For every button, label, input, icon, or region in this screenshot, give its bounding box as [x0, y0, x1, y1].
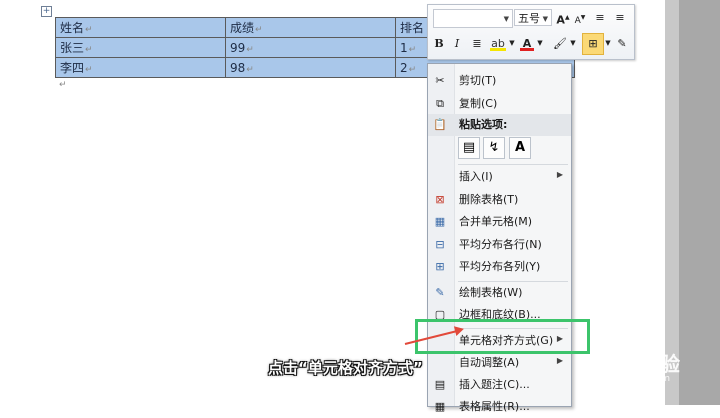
distribute-rows-icon: ⊟ [435, 238, 445, 251]
chevron-right-icon: ▶ [556, 356, 563, 365]
italic-button[interactable]: I [450, 35, 464, 52]
paste-options-header: 📋 粘贴选项: [428, 114, 571, 136]
baidu-watermark: Bai 经验 jingyan.baidu.com [587, 346, 680, 384]
annotation-caption: 点击“单元格对齐方式” [268, 359, 423, 377]
table-cell[interactable]: 李四↵ [55, 57, 226, 78]
table-cell[interactable]: 姓名↵ [55, 17, 226, 38]
menu-item-table-properties[interactable]: ▦ 表格属性(R)... [428, 396, 571, 418]
menu-item-delete-table[interactable]: ⊠ 删除表格(T) [428, 189, 571, 211]
font-size-dropdown[interactable]: 五号 ▼ [514, 9, 552, 26]
format-painter-icon[interactable]: ✎ [615, 35, 629, 52]
menu-item-distribute-rows[interactable]: ⊟ 平均分布各行(N) [428, 234, 571, 256]
table-move-handle[interactable]: + [41, 6, 52, 17]
increase-indent-icon[interactable]: ≡ [612, 9, 628, 26]
paste-merge-formatting-icon[interactable]: ↯ [483, 137, 505, 159]
menu-item-cut[interactable]: ✂ 剪切(T) [428, 70, 571, 92]
menu-item-merge-cells[interactable]: ▦ 合并单元格(M) [428, 211, 571, 233]
table-cell[interactable]: 张三↵ [55, 37, 226, 58]
bold-button[interactable]: B [432, 35, 446, 52]
highlight-box [415, 319, 590, 354]
menu-item-insert-caption[interactable]: ▤ 插入题注(C)... [428, 374, 571, 396]
chevron-right-icon: ▶ [556, 170, 563, 179]
paste-keep-formatting-icon[interactable]: ▤ [458, 137, 480, 159]
highlight-icon[interactable]: ab [489, 35, 507, 52]
shrink-font-button[interactable]: A▼ [573, 9, 587, 26]
center-align-icon[interactable]: ≣ [469, 35, 485, 52]
chevron-down-icon: ▼ [542, 15, 548, 23]
paragraph-mark: ↵ [59, 80, 67, 90]
table-properties-icon: ▦ [434, 400, 446, 413]
chevron-down-icon: ▼ [503, 15, 509, 23]
context-menu: ✂ 剪切(T) ⧉ 复制(C) 📋 粘贴选项: ▤ ↯ A 插入(I) ▶ ⊠ … [427, 63, 572, 413]
chevron-down-icon[interactable]: ▼ [508, 35, 516, 52]
chevron-down-icon[interactable]: ▼ [536, 35, 544, 52]
merge-cells-icon: ▦ [434, 215, 446, 228]
menu-item-draw-table[interactable]: ✎ 绘制表格(W) [428, 282, 571, 304]
menu-item-autofit[interactable]: 自动调整(A) ▶ [428, 352, 571, 374]
menu-item-insert[interactable]: 插入(I) ▶ [428, 166, 571, 188]
copy-icon: ⧉ [436, 97, 444, 110]
chevron-down-icon[interactable]: ▼ [569, 35, 577, 52]
table-cell[interactable]: 成绩↵ [225, 17, 396, 38]
caption-icon: ▤ [434, 378, 446, 391]
font-name-dropdown[interactable]: ▼ [433, 9, 513, 28]
borders-icon[interactable]: ⊞ [582, 33, 604, 55]
draw-table-icon: ✎ [435, 286, 445, 299]
grow-font-button[interactable]: A▲ [556, 9, 570, 27]
clipboard-icon: 📋 [433, 118, 447, 131]
chevron-down-icon[interactable]: ▼ [604, 35, 612, 52]
menu-item-distribute-cols[interactable]: ⊞ 平均分布各列(Y) [428, 256, 571, 278]
distribute-columns-icon: ⊞ [435, 260, 445, 273]
table-cell[interactable]: 99↵ [225, 37, 396, 58]
decrease-indent-icon[interactable]: ≡ [592, 9, 608, 26]
font-color-button[interactable]: A [520, 35, 534, 52]
paste-text-only-icon[interactable]: A [509, 137, 531, 159]
mini-toolbar: ▼ 五号 ▼ A▲ A▼ ≡ ≡ B I ≣ ab ▼ A ▼ 🖌 ▼ ⊞ ▼ ✎ [427, 4, 635, 60]
table-cell[interactable]: 98↵ [225, 57, 396, 78]
menu-item-copy[interactable]: ⧉ 复制(C) [428, 93, 571, 115]
delete-table-icon: ⊠ [435, 193, 445, 206]
shading-icon[interactable]: 🖌 [552, 35, 568, 52]
scissors-icon: ✂ [435, 74, 445, 87]
